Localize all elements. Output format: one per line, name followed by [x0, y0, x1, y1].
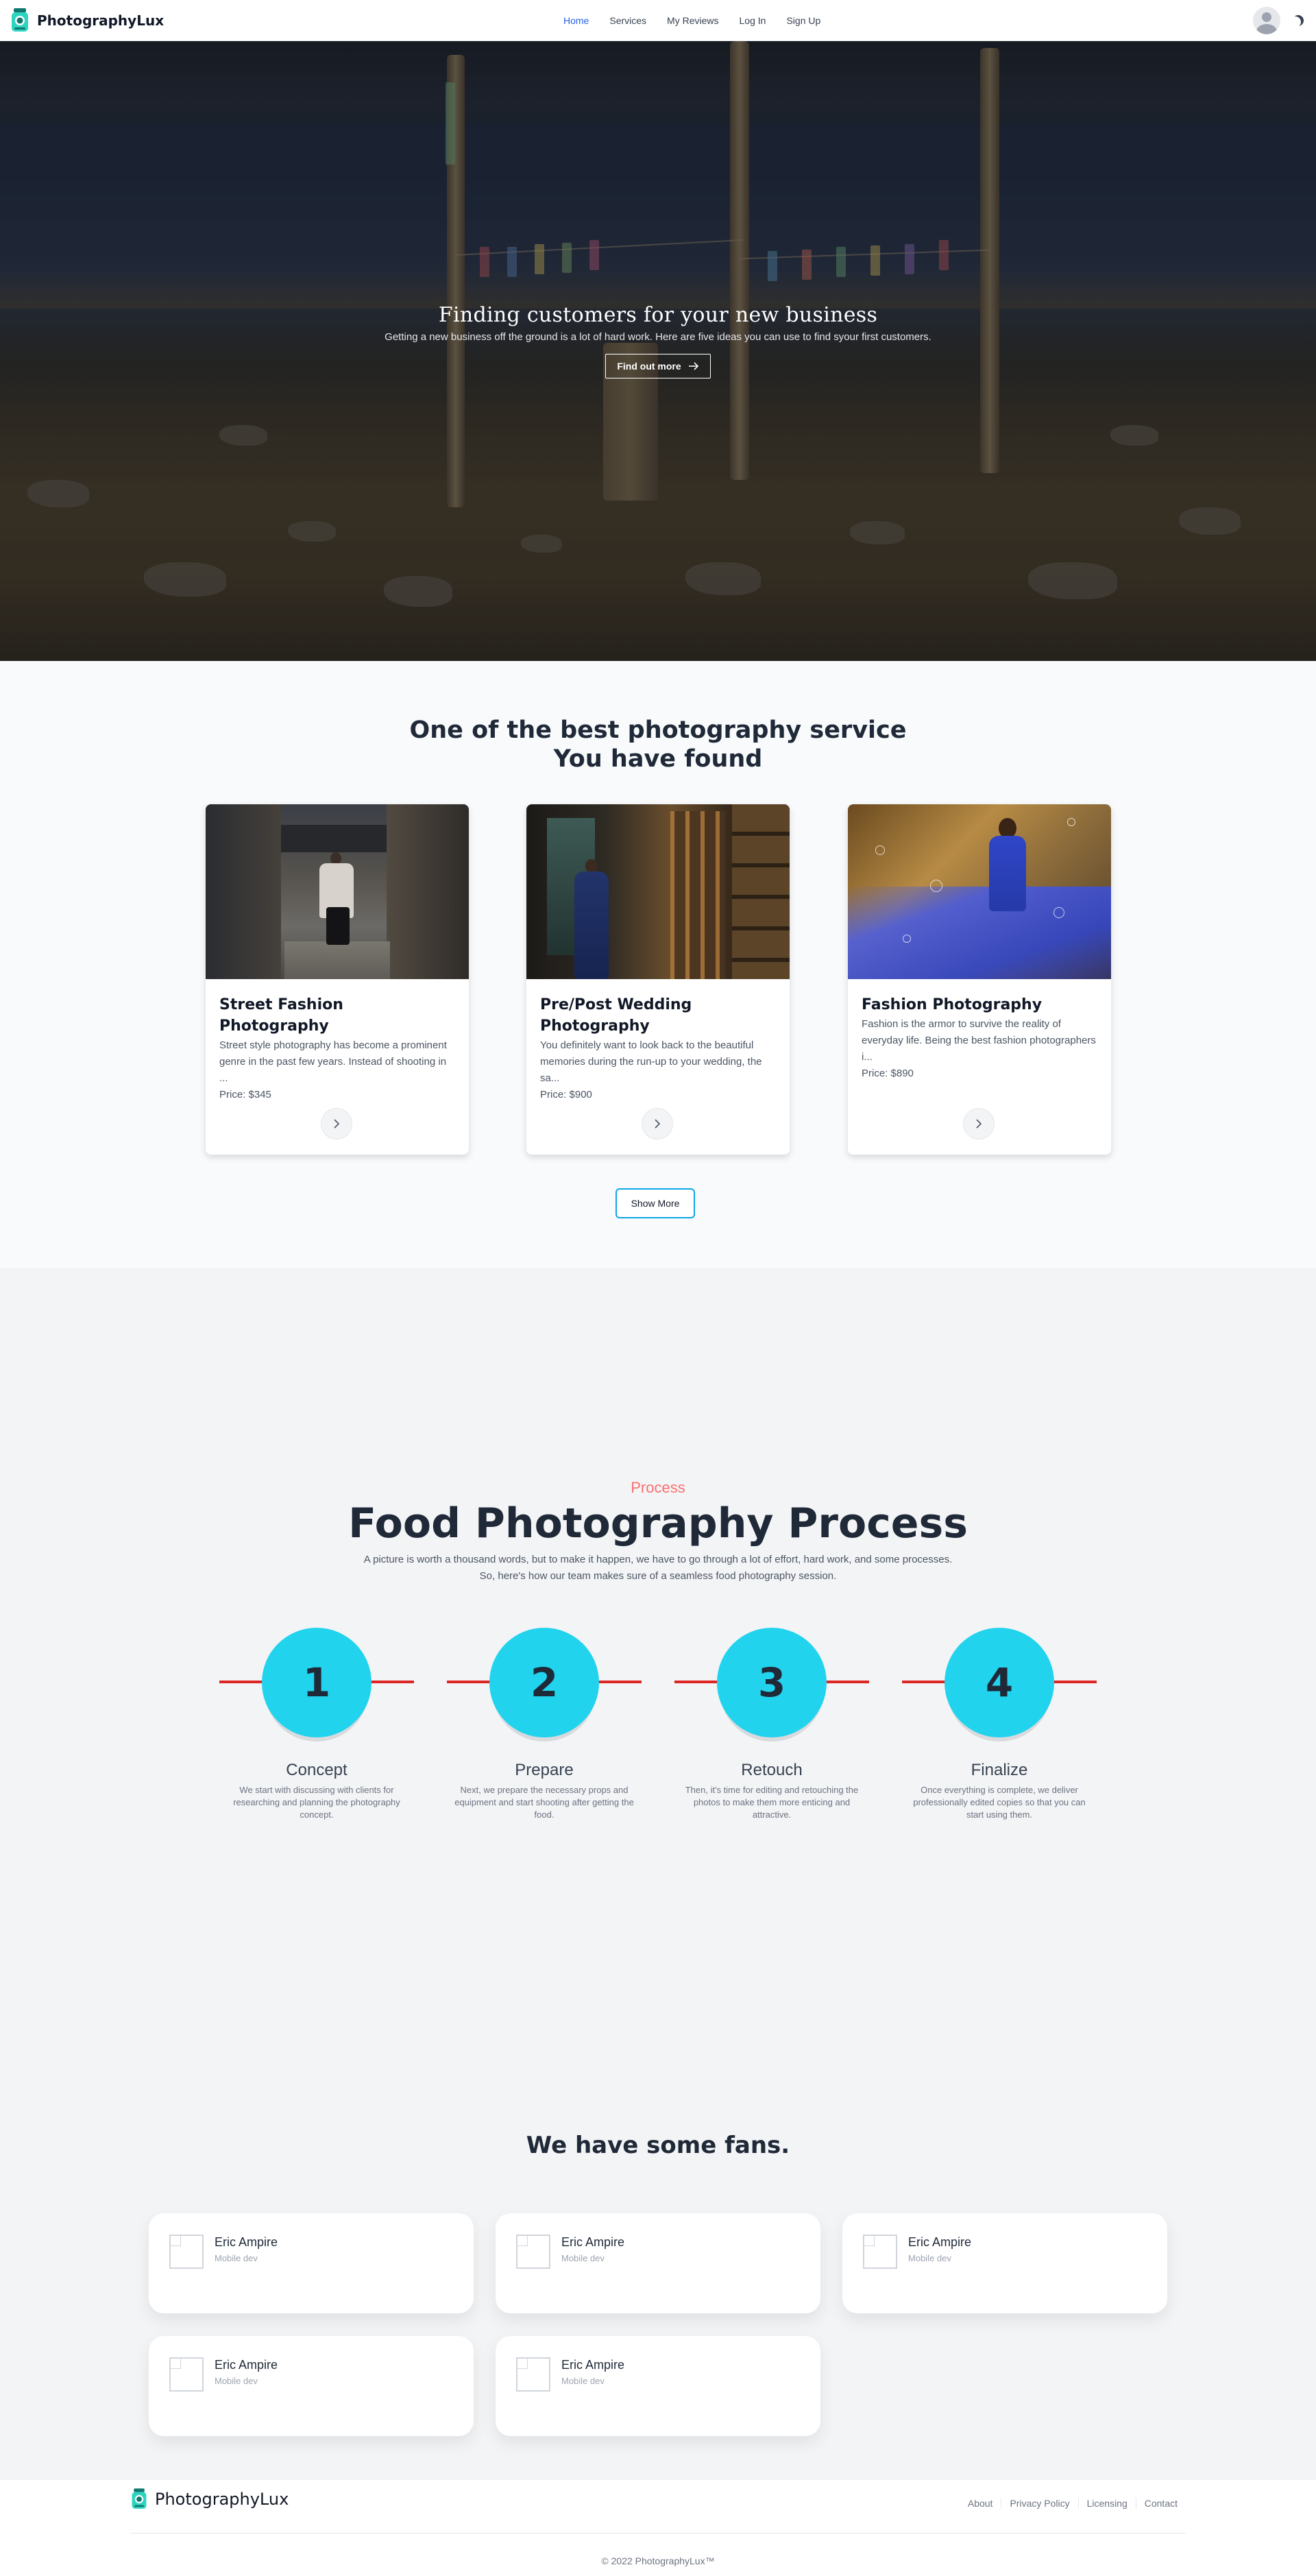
step-description: Then, it's time for editing and retouchi…	[685, 1785, 859, 1820]
nav-link-sign-up[interactable]: Sign Up	[786, 15, 820, 26]
moon-icon	[1290, 16, 1301, 27]
fan-role: Mobile dev	[215, 2253, 258, 2263]
service-card-price: Price: $900	[540, 1089, 592, 1100]
theme-toggle-button[interactable]	[1290, 14, 1304, 27]
step-title: Concept	[286, 1761, 348, 1779]
fan-avatar-image	[516, 2235, 550, 2269]
step-title: Finalize	[971, 1761, 1028, 1779]
footer-brand[interactable]: PhotographyLux	[130, 2487, 289, 2512]
step-description: Next, we prepare the necessary props and…	[454, 1785, 634, 1820]
fan-card: Eric Ampire Mobile dev	[149, 2336, 474, 2436]
process-description: A picture is worth a thousand words, but…	[363, 1554, 953, 1582]
chevron-right-icon	[334, 1119, 340, 1129]
service-card-title: Pre/Post Wedding Photography	[540, 996, 692, 1035]
fan-name: Eric Ampire	[908, 2235, 972, 2249]
fan-card: Eric Ampire Mobile dev	[842, 2213, 1167, 2313]
footer-link-licensing[interactable]: Licensing	[1077, 2498, 1136, 2509]
show-more-button[interactable]: Show More	[616, 1188, 695, 1218]
service-card-description: Street style photography has become a pr…	[219, 1039, 447, 1084]
nav-link-my-reviews[interactable]: My Reviews	[667, 15, 718, 26]
process-section: Process Food Photography Process A pictu…	[0, 1268, 1316, 2480]
nav-link-home[interactable]: Home	[563, 15, 589, 26]
chevron-right-icon	[976, 1119, 982, 1129]
fan-avatar-image	[516, 2357, 550, 2392]
services-title-line1: One of the best photography service	[409, 717, 907, 744]
brand-name: PhotographyLux	[37, 12, 164, 29]
navbar: PhotographyLux Home Services My Reviews …	[0, 0, 1316, 41]
fan-name: Eric Ampire	[215, 2358, 278, 2372]
card-details-button[interactable]	[963, 1108, 995, 1140]
service-card: Pre/Post Wedding Photography You definit…	[526, 804, 790, 1155]
step-description: Once everything is complete, we deliver …	[913, 1785, 1086, 1820]
fan-name: Eric Ampire	[215, 2235, 278, 2249]
process-step: 3 Retouch Then, it's time for editing an…	[674, 1628, 869, 1833]
fan-role: Mobile dev	[561, 2376, 605, 2386]
process-step: 1 Concept We start with discussing with …	[219, 1628, 414, 1833]
footer-brand-name: PhotographyLux	[155, 2490, 289, 2509]
main-nav: Home Services My Reviews Log In Sign Up	[563, 0, 820, 41]
nav-link-services[interactable]: Services	[609, 15, 646, 26]
fan-card: Eric Ampire Mobile dev	[496, 2213, 820, 2313]
step-number: 2	[489, 1628, 599, 1737]
process-step: 4 Finalize Once everything is complete, …	[902, 1628, 1097, 1833]
service-card-title: Street Fashion Photography	[219, 996, 343, 1035]
step-number: 3	[717, 1628, 827, 1737]
step-title: Retouch	[741, 1761, 803, 1779]
services-title: One of the best photography service You …	[0, 716, 1316, 773]
camera-logo-icon	[12, 8, 28, 32]
process-step: 2 Prepare Next, we prepare the necessary…	[447, 1628, 642, 1833]
wedding-image	[526, 804, 790, 979]
footer: PhotographyLux About Privacy Policy Lice…	[0, 2480, 1316, 2576]
service-card-title: Fashion Photography	[862, 996, 1043, 1013]
card-details-button[interactable]	[321, 1108, 352, 1140]
arrow-right-icon	[688, 362, 698, 370]
process-title: Food Photography Process	[348, 1500, 968, 1548]
step-number: 1	[262, 1628, 371, 1737]
hero-title: Finding customers for your new business	[438, 303, 878, 327]
fan-avatar-image	[863, 2235, 897, 2269]
fans-title: We have some fans.	[526, 2132, 790, 2159]
fan-role: Mobile dev	[561, 2253, 605, 2263]
fan-name: Eric Ampire	[561, 2235, 625, 2249]
service-card: Street Fashion Photography Street style …	[206, 804, 469, 1155]
service-card-description: You definitely want to look back to the …	[540, 1039, 762, 1084]
hero-subtitle: Getting a new business off the ground is…	[385, 331, 931, 343]
card-details-button[interactable]	[642, 1108, 673, 1140]
service-card-description: Fashion is the armor to survive the real…	[862, 1018, 1096, 1063]
chevron-right-icon	[655, 1119, 661, 1129]
fashion-image	[848, 804, 1111, 979]
street-fashion-image	[206, 804, 469, 979]
step-title: Prepare	[515, 1761, 574, 1779]
process-kicker: Process	[631, 1479, 685, 1496]
step-number: 4	[945, 1628, 1054, 1737]
services-title-line2: You have found	[553, 745, 763, 773]
copyright: © 2022 PhotographyLux™	[601, 2555, 715, 2566]
find-out-more-button[interactable]: Find out more	[605, 354, 711, 378]
footer-nav: About Privacy Policy Licensing Contact	[960, 2498, 1186, 2509]
fan-avatar-image	[169, 2357, 204, 2392]
fan-name: Eric Ampire	[561, 2358, 625, 2372]
fan-avatar-image	[169, 2235, 204, 2269]
footer-link-about[interactable]: About	[960, 2498, 1001, 2509]
footer-link-contact[interactable]: Contact	[1135, 2498, 1186, 2509]
step-description: We start with discussing with clients fo…	[233, 1785, 400, 1820]
fan-card: Eric Ampire Mobile dev	[496, 2336, 820, 2436]
footer-link-privacy-policy[interactable]: Privacy Policy	[1001, 2498, 1077, 2509]
service-card: Fashion Photography Fashion is the armor…	[848, 804, 1111, 1155]
services-section: One of the best photography service You …	[0, 661, 1316, 1268]
hero-content: Finding customers for your new business …	[0, 303, 1316, 378]
service-card-price: Price: $345	[219, 1089, 271, 1100]
hero-banner: Finding customers for your new business …	[0, 41, 1316, 661]
nav-link-log-in[interactable]: Log In	[740, 15, 766, 26]
fan-role: Mobile dev	[908, 2253, 951, 2263]
service-card-price: Price: $890	[862, 1068, 914, 1079]
camera-logo-icon	[132, 2488, 147, 2509]
fan-role: Mobile dev	[215, 2376, 258, 2386]
user-avatar-icon[interactable]	[1253, 7, 1280, 34]
brand[interactable]: PhotographyLux	[10, 7, 164, 34]
find-out-more-label: Find out more	[617, 361, 681, 372]
nav-actions	[1253, 7, 1304, 34]
fan-card: Eric Ampire Mobile dev	[149, 2213, 474, 2313]
